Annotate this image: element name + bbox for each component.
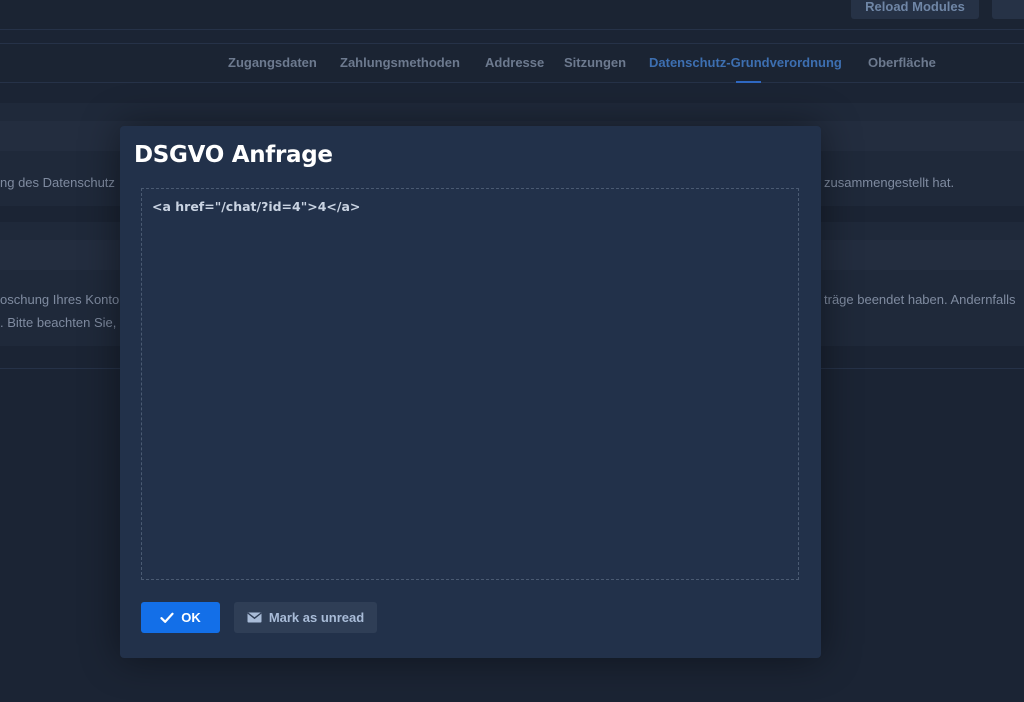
dialog-title: DSGVO Anfrage: [134, 142, 333, 168]
check-icon: [160, 612, 174, 624]
mark-as-unread-label: Mark as unread: [268, 610, 365, 625]
dialog-content-area: <a href="/chat/?id=4">4</a>: [141, 188, 799, 580]
ok-button-label: OK: [181, 610, 201, 625]
mark-as-unread-button[interactable]: Mark as unread: [234, 602, 377, 633]
envelope-icon: [247, 612, 262, 623]
ok-button[interactable]: OK: [141, 602, 220, 633]
dsgvo-request-dialog: DSGVO Anfrage <a href="/chat/?id=4">4</a…: [120, 126, 821, 658]
dialog-content-text: <a href="/chat/?id=4">4</a>: [152, 199, 361, 214]
